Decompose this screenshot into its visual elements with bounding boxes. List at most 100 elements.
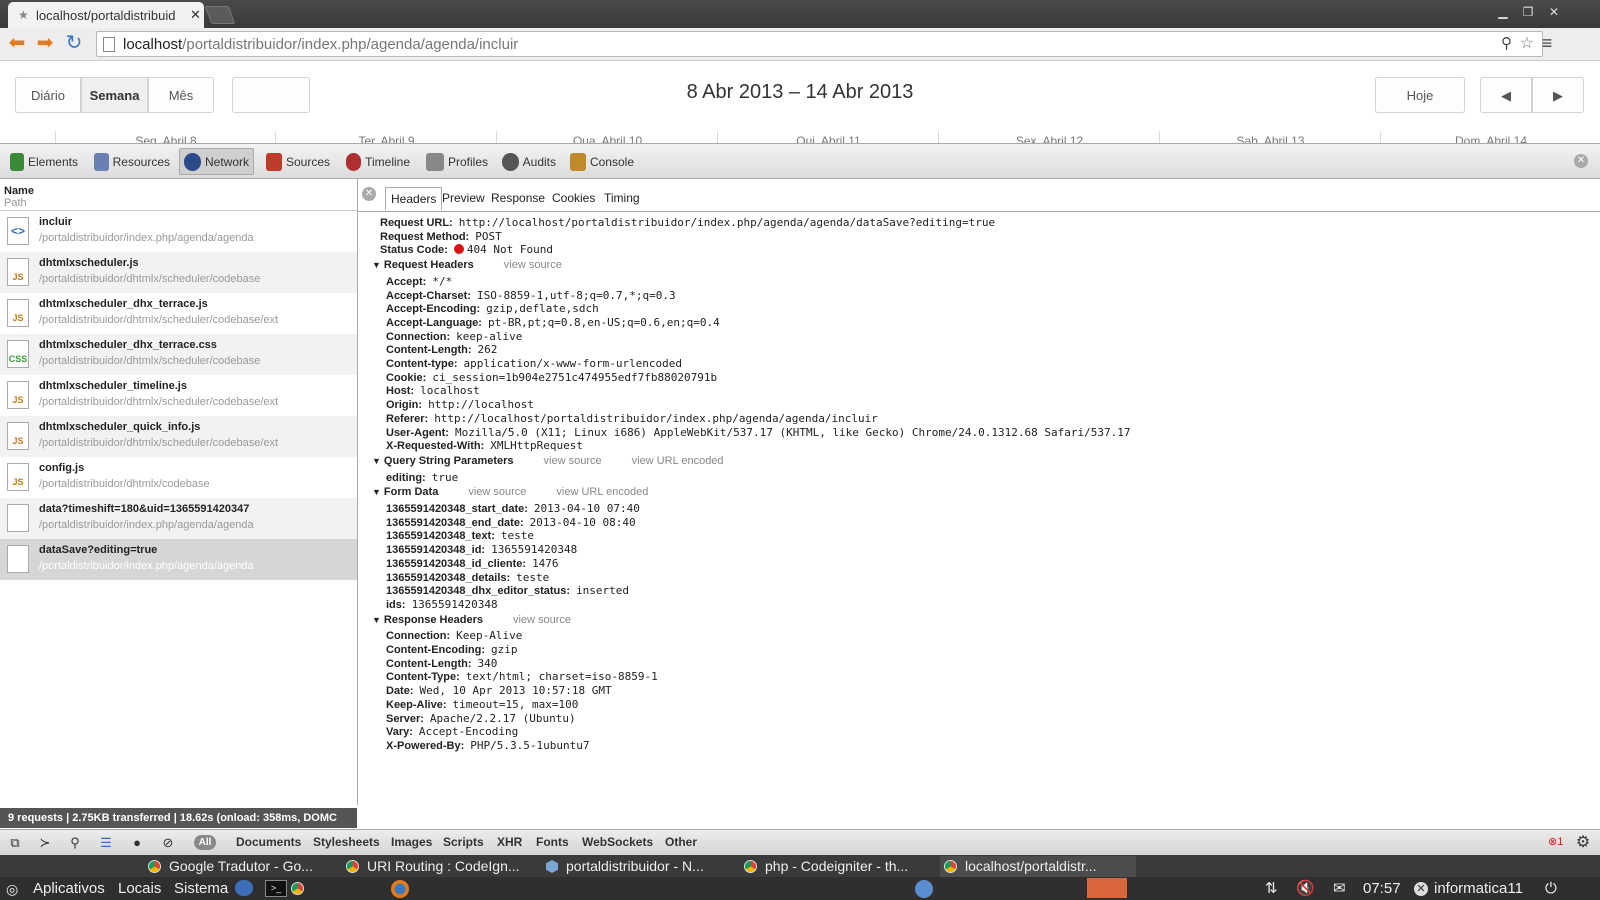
view-source-link[interactable]: view URL encoded	[632, 455, 724, 467]
tab-preview[interactable]: Preview	[437, 187, 490, 209]
ubuntu-logo-icon[interactable]: ◎	[6, 880, 18, 898]
thunderbird-icon[interactable]	[235, 880, 253, 896]
tab-headers[interactable]: Headers	[385, 187, 443, 210]
filter-other[interactable]: Other	[665, 833, 697, 851]
request-row[interactable]: JS dhtmlxscheduler_quick_info.js/portald…	[0, 416, 357, 457]
tab-audits[interactable]: Audits	[498, 148, 560, 175]
today-button[interactable]: Hoje	[1375, 77, 1465, 113]
tab-sources[interactable]: Sources	[262, 148, 334, 175]
mail-icon[interactable]: ✉	[1333, 880, 1346, 898]
disclosure-triangle-icon[interactable]: ▼	[372, 487, 381, 497]
filter-fonts[interactable]: Fonts	[536, 833, 569, 851]
chrome-notification[interactable]	[1087, 878, 1127, 898]
back-arrow-icon[interactable]: ⬅	[6, 32, 28, 54]
tab-timeline[interactable]: Timeline	[342, 148, 414, 175]
taskbar-window[interactable]: URI Routing : CodeIgn...	[346, 856, 536, 877]
clear-icon[interactable]: ⊘	[159, 834, 177, 852]
view-source-link[interactable]: view source	[504, 259, 562, 271]
taskbar-window-active[interactable]: localhost/portaldistr...	[940, 856, 1136, 877]
close-detail-icon[interactable]: ✕	[362, 187, 376, 201]
request-list-header[interactable]: Name Path	[0, 179, 357, 211]
tab-response[interactable]: Response	[486, 187, 550, 209]
chrome-icon[interactable]	[291, 882, 304, 895]
disclosure-triangle-icon[interactable]: ▼	[372, 615, 381, 625]
tab-resources[interactable]: Resources	[90, 148, 174, 175]
request-row[interactable]: <> incluir/portaldistribuidor/index.php/…	[0, 211, 357, 252]
browser-tab[interactable]: ★ localhost/portaldistribuid ✕	[8, 2, 204, 28]
bookmark-star-icon[interactable]: ☆	[1520, 33, 1534, 53]
settings-gear-icon[interactable]: ⚙	[1574, 834, 1592, 852]
header-key: 1365591420348_end_date:	[386, 516, 524, 529]
zoom-icon[interactable]: ⚲	[1501, 34, 1512, 52]
tab-cookies[interactable]: Cookies	[547, 187, 600, 209]
network-arrows-icon[interactable]: ⇅	[1265, 880, 1278, 898]
request-row[interactable]: JS dhtmlxscheduler_timeline.js/portaldis…	[0, 375, 357, 416]
error-counter[interactable]: ⊗1	[1548, 835, 1563, 848]
request-row-selected[interactable]: dataSave?editing=true/portaldistribuidor…	[0, 539, 357, 580]
taskbar-window[interactable]: Google Tradutor - Go...	[148, 856, 338, 877]
record-icon[interactable]: ●	[128, 834, 146, 852]
menu-icon[interactable]: ≡	[1536, 32, 1558, 54]
browser-title-bar: ★ localhost/portaldistribuid ✕ ▁ ❐ ✕	[0, 0, 1600, 28]
menu-system[interactable]: Sistema	[174, 880, 228, 898]
tab-elements[interactable]: Elements	[6, 148, 82, 175]
tab-profiles[interactable]: Profiles	[422, 148, 494, 175]
filter-documents[interactable]: Documents	[236, 833, 301, 851]
firefox-icon[interactable]	[391, 880, 409, 898]
minimize-icon[interactable]: ▁	[1494, 4, 1512, 20]
filter-scripts[interactable]: Scripts	[443, 833, 484, 851]
forward-arrow-icon[interactable]: ➡	[34, 32, 56, 54]
section-header[interactable]: ▼ Form Data view source view URL encoded	[372, 486, 648, 498]
user-menu[interactable]: ✕ informatica11	[1414, 880, 1523, 898]
header-row: Content-Length: 340	[386, 657, 497, 670]
next-week-button[interactable]: ▶	[1532, 77, 1584, 113]
power-icon[interactable]: ⏻	[1545, 880, 1557, 898]
request-row[interactable]: JS config.js/portaldistribuidor/dhtmlx/c…	[0, 457, 357, 498]
request-row[interactable]: CSS dhtmlxscheduler_dhx_terrace.css/port…	[0, 334, 357, 375]
tab-network[interactable]: Network	[179, 148, 254, 175]
maximize-icon[interactable]: ❐	[1519, 4, 1537, 20]
menu-places[interactable]: Locais	[118, 880, 161, 898]
disclosure-triangle-icon[interactable]: ▼	[372, 456, 381, 466]
request-row[interactable]: data?timeshift=180&uid=1365591420347/por…	[0, 498, 357, 539]
header-key: Content-Encoding:	[386, 644, 485, 656]
network-globe-icon[interactable]	[915, 880, 933, 898]
tab-console[interactable]: Console	[566, 148, 638, 175]
dock-icon[interactable]: ⧉	[6, 834, 24, 852]
taskbar-window[interactable]: php - Codeigniter - th...	[744, 856, 934, 877]
filter-images[interactable]: Images	[391, 833, 432, 851]
section-header[interactable]: ▼ Query String Parameters view source view …	[372, 455, 724, 467]
request-row[interactable]: JS dhtmlxscheduler_dhx_terrace.js/portal…	[0, 293, 357, 334]
taskbar-window[interactable]: portaldistribuidor - N...	[546, 856, 736, 877]
reload-icon[interactable]: ↻	[63, 32, 85, 54]
menu-applications[interactable]: Aplicativos	[33, 880, 105, 898]
filter-stylesheets[interactable]: Stylesheets	[313, 833, 380, 851]
volume-muted-icon[interactable]: 🔇	[1296, 880, 1315, 898]
console-drawer-icon[interactable]: ≻	[36, 834, 54, 852]
clock[interactable]: 07:57	[1363, 880, 1401, 898]
new-tab-button[interactable]	[204, 6, 236, 24]
close-devtools-icon[interactable]: ✕	[1574, 154, 1588, 168]
filter-websockets[interactable]: WebSockets	[582, 833, 653, 851]
section-header[interactable]: ▼ Response Headers view source	[372, 614, 571, 626]
js-file-icon: JS	[7, 422, 29, 450]
filter-all[interactable]: All	[194, 835, 216, 850]
list-view-icon[interactable]: ☰	[97, 834, 115, 852]
prev-week-button[interactable]: ◀	[1480, 77, 1532, 113]
request-row[interactable]: JS dhtmlxscheduler.js/portaldistribuidor…	[0, 252, 357, 293]
address-bar[interactable]: localhost/portaldistribuidor/index.php/a…	[96, 31, 1543, 57]
view-source-link[interactable]: view source	[513, 614, 571, 626]
close-window-icon[interactable]: ✕	[1545, 4, 1563, 20]
tab-timing[interactable]: Timing	[599, 187, 645, 209]
view-source-link[interactable]: view source	[468, 486, 526, 498]
tab-close-icon[interactable]: ✕	[190, 7, 201, 23]
disclosure-triangle-icon[interactable]: ▼	[372, 260, 381, 270]
search-icon[interactable]: ⚲	[66, 834, 84, 852]
view-source-link[interactable]: view URL encoded	[556, 486, 648, 498]
header-value: Wed, 10 Apr 2013 10:57:18 GMT	[419, 684, 612, 698]
filter-xhr[interactable]: XHR	[497, 833, 522, 851]
view-source-link[interactable]: view source	[544, 455, 602, 467]
terminal-icon[interactable]: >_	[265, 880, 287, 897]
section-header[interactable]: ▼ Request Headers view source	[372, 259, 562, 271]
request-detail-panel: ✕ Headers Preview Response Cookies Timin…	[358, 179, 1600, 829]
